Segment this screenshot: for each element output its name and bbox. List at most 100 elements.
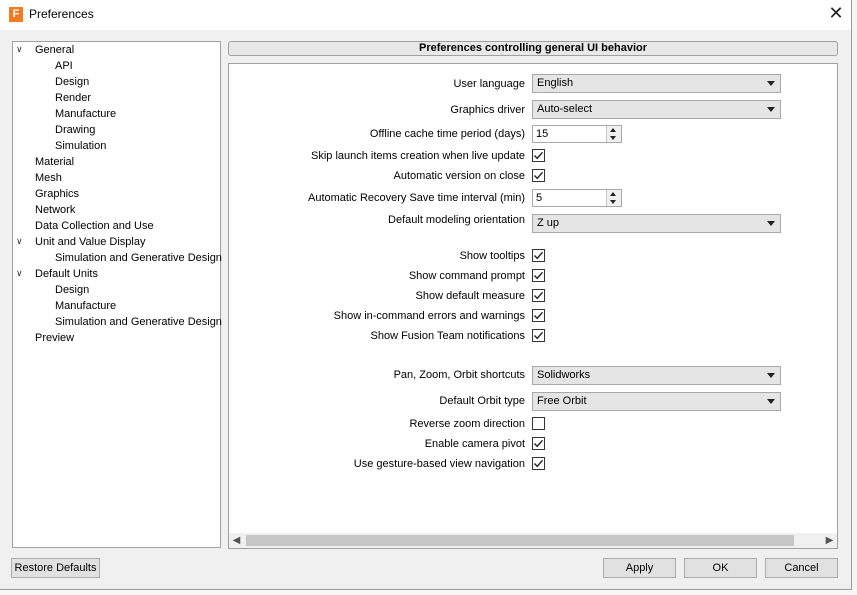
auto-recovery-value: 5	[536, 192, 543, 204]
tree-item-drawing[interactable]: Drawing	[55, 122, 95, 138]
tree-item-design[interactable]: Design	[55, 74, 89, 90]
auto-recovery-spinbox[interactable]: 5	[532, 189, 622, 207]
section-title: Preferences controlling general UI behav…	[228, 41, 838, 56]
tree-item-graphics[interactable]: Graphics	[35, 186, 79, 202]
background-window-edge	[852, 0, 857, 589]
show-team-notifications-checkbox[interactable]	[532, 329, 545, 342]
tree-item-mesh[interactable]: Mesh	[35, 170, 62, 186]
show-command-prompt-label: Show command prompt	[408, 270, 525, 282]
horizontal-scrollbar[interactable]: ◀ ▶	[229, 533, 837, 548]
show-default-measure-checkbox[interactable]	[532, 289, 545, 302]
offline-cache-value: 15	[536, 128, 549, 140]
cancel-button[interactable]: Cancel	[765, 558, 838, 578]
show-tooltips-label: Show tooltips	[459, 250, 525, 262]
restore-defaults-button[interactable]: Restore Defaults	[11, 558, 100, 578]
spin-down-icon[interactable]	[610, 136, 616, 140]
skip-launch-label: Skip launch items creation when live upd…	[310, 150, 525, 162]
dropdown-arrow-icon	[767, 399, 775, 404]
dropdown-arrow-icon	[767, 373, 775, 378]
tree-item-manufacture[interactable]: Manufacture	[55, 106, 116, 122]
pzo-shortcuts-label: Pan, Zoom, Orbit shortcuts	[393, 369, 525, 381]
orbit-type-label: Default Orbit type	[439, 395, 525, 407]
reverse-zoom-label: Reverse zoom direction	[409, 418, 525, 430]
checkmark-icon	[533, 251, 544, 260]
scrollbar-thumb[interactable]	[246, 535, 794, 546]
spin-up-icon[interactable]	[610, 128, 616, 132]
offline-cache-spinbox[interactable]: 15	[532, 125, 622, 143]
ok-button[interactable]: OK	[684, 558, 757, 578]
window-title: Preferences	[29, 7, 94, 21]
user-language-value: English	[537, 77, 574, 89]
spin-up-icon[interactable]	[610, 192, 616, 196]
tree-item-preview[interactable]: Preview	[35, 330, 74, 346]
skip-launch-checkbox[interactable]	[532, 149, 545, 162]
tree-item-network[interactable]: Network	[35, 202, 75, 218]
tree-item-label: Default Units	[35, 268, 98, 280]
pzo-shortcuts-value: Solidworks	[537, 369, 591, 381]
camera-pivot-label: Enable camera pivot	[424, 438, 525, 450]
fusion-app-icon: F	[9, 7, 23, 22]
tree-item-label: Unit and Value Display	[35, 236, 146, 248]
auto-version-checkbox[interactable]	[532, 169, 545, 182]
auto-recovery-label: Automatic Recovery Save time interval (m…	[307, 192, 525, 204]
camera-pivot-checkbox[interactable]	[532, 437, 545, 450]
apply-button[interactable]: Apply	[603, 558, 676, 578]
category-tree: ∨ General API Design Render Manufacture …	[12, 41, 222, 548]
settings-panel: User language English Graphics driver Au…	[228, 63, 838, 549]
checkmark-icon	[533, 291, 544, 300]
orbit-type-value: Free Orbit	[537, 395, 587, 407]
user-language-label: User language	[453, 78, 525, 90]
title-bar: F Preferences ✕	[0, 0, 851, 30]
show-command-prompt-checkbox[interactable]	[532, 269, 545, 282]
spin-down-icon[interactable]	[610, 200, 616, 204]
modeling-orientation-label: Default modeling orientation	[388, 214, 525, 226]
user-language-select[interactable]: English	[532, 74, 781, 93]
pzo-shortcuts-select[interactable]: Solidworks	[532, 366, 781, 385]
tree-item-units-manufacture[interactable]: Manufacture	[55, 298, 116, 314]
dropdown-arrow-icon	[767, 107, 775, 112]
chevron-down-icon[interactable]: ∨	[16, 234, 28, 250]
checkmark-icon	[533, 439, 544, 448]
tree-item-data-collection[interactable]: Data Collection and Use	[35, 218, 154, 234]
spin-buttons	[606, 190, 621, 206]
show-errors-label: Show in-command errors and warnings	[333, 310, 525, 322]
show-team-notifications-label: Show Fusion Team notifications	[370, 330, 526, 342]
dropdown-arrow-icon	[767, 221, 775, 226]
show-tooltips-checkbox[interactable]	[532, 249, 545, 262]
tree-item-material[interactable]: Material	[35, 154, 74, 170]
tree-item-api[interactable]: API	[55, 58, 73, 74]
tree-item-units-design[interactable]: Design	[55, 282, 89, 298]
preferences-dialog: F Preferences ✕ ∨ General API Design Ren…	[0, 0, 852, 590]
scroll-right-icon[interactable]: ▶	[822, 533, 837, 548]
show-errors-checkbox[interactable]	[532, 309, 545, 322]
scroll-left-icon[interactable]: ◀	[229, 533, 244, 548]
checkmark-icon	[533, 331, 544, 340]
chevron-down-icon[interactable]: ∨	[16, 42, 28, 58]
gesture-nav-label: Use gesture-based view navigation	[353, 458, 525, 470]
checkmark-icon	[533, 171, 544, 180]
tree-item-simulation[interactable]: Simulation	[55, 138, 106, 154]
auto-version-label: Automatic version on close	[393, 170, 525, 182]
orbit-type-select[interactable]: Free Orbit	[532, 392, 781, 411]
checkmark-icon	[533, 151, 544, 160]
close-icon[interactable]: ✕	[826, 4, 846, 24]
reverse-zoom-checkbox[interactable]	[532, 417, 545, 430]
spin-buttons	[606, 126, 621, 142]
offline-cache-label: Offline cache time period (days)	[369, 128, 525, 140]
dropdown-arrow-icon	[767, 81, 775, 86]
modeling-orientation-select[interactable]: Z up	[532, 214, 781, 233]
tree-item-sim-gen-design[interactable]: Simulation and Generative Design	[55, 250, 222, 266]
modeling-orientation-value: Z up	[537, 217, 560, 229]
checkmark-icon	[533, 311, 544, 320]
tree-item-units-sim-gen-design[interactable]: Simulation and Generative Design	[55, 314, 222, 330]
graphics-driver-value: Auto-select	[537, 103, 593, 115]
graphics-driver-label: Graphics driver	[450, 104, 525, 116]
show-default-measure-label: Show default measure	[415, 290, 525, 302]
checkmark-icon	[533, 459, 544, 468]
graphics-driver-select[interactable]: Auto-select	[532, 100, 781, 119]
tree-item-render[interactable]: Render	[55, 90, 91, 106]
gesture-nav-checkbox[interactable]	[532, 457, 545, 470]
tree-item-label: General	[35, 44, 75, 56]
chevron-down-icon[interactable]: ∨	[16, 266, 28, 282]
checkmark-icon	[533, 271, 544, 280]
